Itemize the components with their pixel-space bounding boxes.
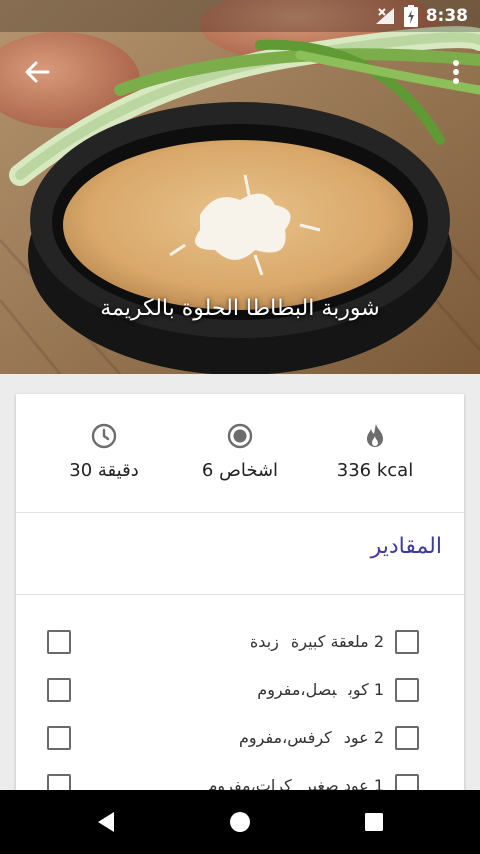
recipe-stats: 30 دقيقة 6 اشخاص 336 kcal bbox=[16, 394, 464, 513]
ingredient-row: 2 عود كرفس،مفروم bbox=[16, 724, 464, 754]
ingredient-checkbox-right[interactable] bbox=[395, 630, 419, 654]
ingredients-heading: المقادير bbox=[370, 534, 442, 559]
ingredient-amount: 2 ملعقة كبيرة bbox=[290, 632, 384, 651]
more-vert-icon bbox=[453, 60, 459, 84]
ingredient-amount: 2 عود bbox=[343, 728, 384, 747]
recipe-details-card: 30 دقيقة 6 اشخاص 336 kcal المقادير 2 ملع… bbox=[16, 394, 464, 814]
no-signal-icon bbox=[375, 8, 394, 24]
stat-cook-time: 30 دقيقة bbox=[29, 422, 179, 481]
ingredient-name: كرفس،مفروم bbox=[239, 728, 332, 747]
status-bar: 8:38 bbox=[0, 0, 480, 32]
ingredient-checkbox-left[interactable] bbox=[47, 630, 71, 654]
battery-charging-icon bbox=[403, 5, 418, 27]
ingredient-text: 1 كوب بصل،مفروم bbox=[257, 680, 384, 699]
flame-icon bbox=[367, 424, 383, 447]
nav-home-icon[interactable] bbox=[226, 808, 254, 836]
calories-value: 336 kcal bbox=[336, 460, 414, 481]
system-navigation-bar bbox=[0, 790, 480, 854]
ingredient-checkbox-right[interactable] bbox=[395, 678, 419, 702]
ingredient-row: 2 ملعقة كبيرة زبدة bbox=[16, 628, 464, 658]
cook-time-value: 30 دقيقة bbox=[69, 460, 139, 481]
back-button[interactable] bbox=[18, 52, 58, 92]
servings-value: 6 اشخاص bbox=[201, 460, 279, 481]
divider bbox=[16, 594, 464, 595]
ingredient-name: بصل،مفروم bbox=[257, 680, 337, 699]
nav-back-icon[interactable] bbox=[92, 808, 120, 836]
ingredient-name: زبدة bbox=[249, 632, 279, 651]
ingredient-checkbox-left[interactable] bbox=[47, 678, 71, 702]
recipe-title: شوربة البطاطا الحلوة بالكريمة bbox=[100, 296, 380, 321]
ingredient-amount: 1 كوب bbox=[348, 680, 384, 699]
status-time: 8:38 bbox=[425, 6, 468, 26]
nav-recents-icon[interactable] bbox=[360, 808, 388, 836]
radio-target-icon bbox=[227, 423, 253, 449]
ingredient-checkbox-right[interactable] bbox=[395, 726, 419, 750]
ingredient-text: 2 عود كرفس،مفروم bbox=[239, 728, 384, 747]
arrow-back-icon bbox=[25, 61, 50, 83]
clock-icon bbox=[91, 423, 117, 449]
stat-calories: 336 kcal bbox=[300, 422, 450, 481]
ingredient-checkbox-left[interactable] bbox=[47, 726, 71, 750]
stat-servings: 6 اشخاص bbox=[165, 422, 315, 481]
more-options-button[interactable] bbox=[442, 54, 470, 90]
ingredient-row: 1 كوب بصل،مفروم bbox=[16, 676, 464, 706]
ingredient-text: 2 ملعقة كبيرة زبدة bbox=[250, 632, 384, 651]
